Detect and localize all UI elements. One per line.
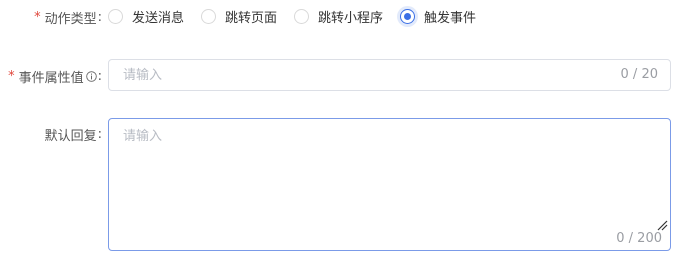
label-colon: : [97, 69, 102, 84]
radio-jump-page[interactable]: 跳转页面 [201, 7, 277, 26]
event-attribute-input[interactable] [109, 60, 603, 90]
radio-label: 触发事件 [424, 10, 477, 26]
event-attribute-row: * 事件属性值 : 0 / 20 [0, 59, 692, 91]
action-type-label-text: 动作类型 [44, 12, 97, 27]
default-reply-row: 默认回复 : 0 / 200 [0, 118, 692, 251]
event-attribute-label: * 事件属性值 : [8, 67, 102, 86]
action-type-radio-group: 发送消息 跳转页面 跳转小程序 触发事件 [108, 5, 493, 27]
label-colon: : [97, 10, 102, 25]
action-form: * 动作类型 : 发送消息 跳转页面 跳转小程序 触发事件 * 事件属性值: … [0, 0, 692, 269]
label-colon: : [97, 127, 102, 142]
radio-circle[interactable] [294, 8, 310, 24]
required-mark: * [8, 69, 15, 84]
radio-label: 跳转页面 [225, 10, 278, 26]
radio-circle-checked[interactable] [400, 8, 416, 24]
radio-send-message[interactable]: 发送消息 [108, 7, 184, 26]
action-type-row: * 动作类型 : 发送消息 跳转页面 跳转小程序 触发事件 [0, 5, 692, 27]
radio-trigger-event[interactable]: 触发事件 [400, 7, 476, 26]
default-reply-label: 默认回复 : [45, 125, 102, 144]
default-reply-textarea-wrapper: 0 / 200 [108, 118, 671, 251]
radio-label: 跳转小程序 [318, 10, 384, 26]
event-attribute-char-counter: 0 / 20 [620, 67, 658, 82]
required-mark: * [34, 10, 41, 25]
default-reply-label-text: 默认回复 [44, 129, 97, 144]
action-type-label: * 动作类型 : [34, 8, 102, 27]
radio-circle[interactable] [108, 8, 123, 24]
default-reply-char-counter: 0 / 200 [616, 231, 662, 246]
radio-circle[interactable] [201, 8, 217, 24]
resize-handle-icon[interactable] [656, 216, 668, 231]
radio-label: 发送消息 [132, 10, 185, 26]
info-circle-icon[interactable] [85, 71, 97, 82]
event-attribute-input-wrapper: 0 / 20 [108, 59, 671, 91]
event-attribute-label-text: 事件属性值 [18, 71, 84, 86]
default-reply-textarea[interactable] [109, 119, 649, 219]
radio-jump-miniprogram[interactable]: 跳转小程序 [294, 7, 383, 26]
